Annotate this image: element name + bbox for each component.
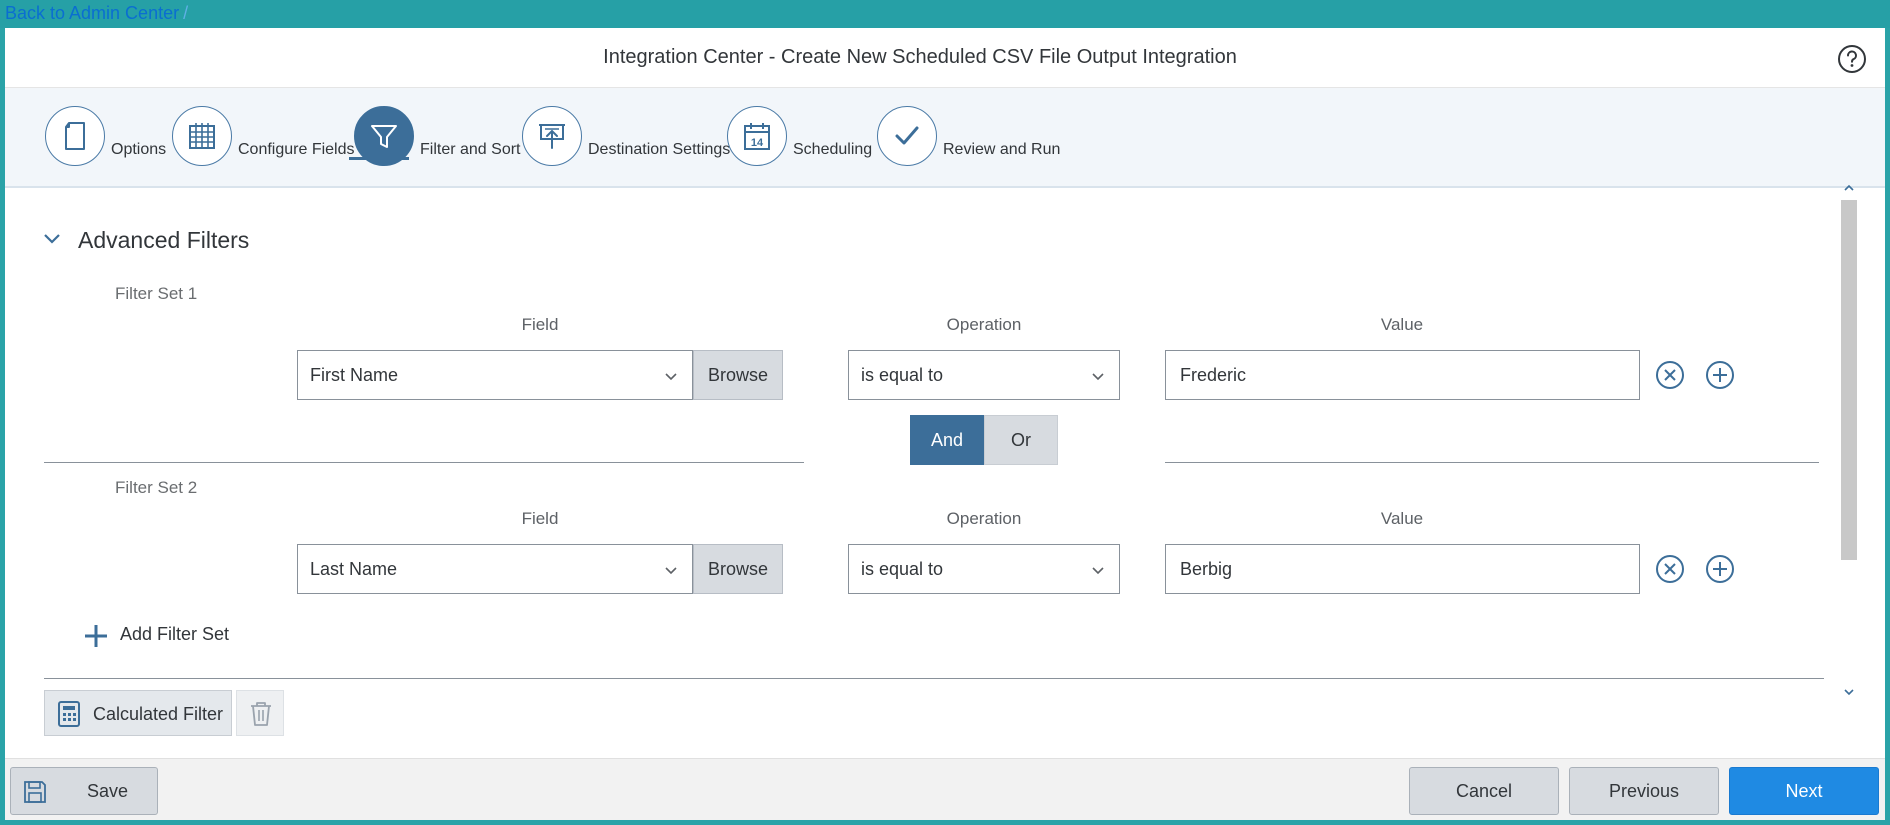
document-icon <box>45 106 105 166</box>
add-filter-icon[interactable] <box>1705 360 1735 390</box>
operation-select[interactable]: is equal to <box>848 544 1120 594</box>
title-bar: Integration Center - Create New Schedule… <box>5 28 1885 88</box>
step-label: Configure Fields <box>238 141 355 158</box>
checkmark-icon <box>877 106 937 166</box>
divider-right <box>1165 462 1819 463</box>
save-label: Save <box>87 781 129 801</box>
next-button[interactable]: Next <box>1729 767 1879 815</box>
operation-select-value: is equal to <box>861 365 944 385</box>
step-label: Options <box>111 141 167 158</box>
footer-bar: Save Cancel Previous Next <box>5 758 1885 820</box>
value-input[interactable]: Berbig <box>1165 544 1640 594</box>
calculated-filter-button[interactable]: Calculated Filter <box>44 690 232 736</box>
value-input-text: Frederic <box>1180 365 1247 385</box>
and-toggle-button[interactable]: And <box>910 415 984 465</box>
operation-select[interactable]: is equal to <box>848 350 1120 400</box>
field-column-header: Field <box>521 315 559 334</box>
divider-left <box>44 462 804 463</box>
chevron-down-icon[interactable] <box>1091 369 1105 383</box>
presentation-upload-icon <box>522 106 582 166</box>
cancel-button[interactable]: Cancel <box>1409 767 1559 815</box>
field-select[interactable]: First Name <box>297 350 693 400</box>
divider-bottom <box>44 678 1824 679</box>
operation-select-value: is equal to <box>861 559 944 579</box>
value-column-header: Value <box>1380 315 1424 334</box>
section-title: Advanced Filters <box>78 227 250 253</box>
value-column-header: Value <box>1380 509 1424 528</box>
wizard-steps: Options Configure Fields Filter and Sort… <box>5 88 1885 188</box>
operation-column-header: Operation <box>946 315 1022 334</box>
page-title: Integration Center - Create New Schedule… <box>603 46 1237 68</box>
browse-button[interactable]: Browse <box>693 544 783 594</box>
step-label: Review and Run <box>943 141 1061 158</box>
top-bar: Back to Admin Center / <box>0 0 1890 28</box>
plus-icon <box>85 625 107 647</box>
or-toggle-button[interactable]: Or <box>984 415 1058 465</box>
active-step-underline <box>349 157 409 160</box>
scroll-thumb[interactable] <box>1841 200 1857 560</box>
and-or-toggle: And Or <box>910 415 1058 465</box>
breadcrumb-separator: / <box>183 3 189 23</box>
value-input-text: Berbig <box>1180 559 1233 579</box>
step-label: Filter and Sort <box>420 141 521 158</box>
trash-icon <box>251 702 271 726</box>
back-to-admin-center-link[interactable]: Back to Admin Center / <box>5 3 188 24</box>
field-column-header: Field <box>521 509 559 528</box>
operation-column-header: Operation <box>946 509 1022 528</box>
calculator-icon <box>58 701 80 727</box>
calendar-icon: 14 <box>727 106 787 166</box>
save-button[interactable]: Save <box>10 767 158 815</box>
filter-set-label: Filter Set 2 <box>115 478 198 497</box>
add-filter-set-label: Add Filter Set <box>120 624 230 644</box>
calendar-day-number: 14 <box>751 137 764 149</box>
calculated-filter-label: Calculated Filter <box>93 704 224 724</box>
chevron-down-icon[interactable] <box>664 563 678 577</box>
content-scrollbar[interactable] <box>1840 180 1858 700</box>
help-icon[interactable] <box>1837 44 1867 74</box>
field-select-value: First Name <box>310 365 399 385</box>
chevron-down-icon[interactable] <box>1091 563 1105 577</box>
add-filter-icon[interactable] <box>1705 554 1735 584</box>
remove-filter-icon[interactable] <box>1655 554 1685 584</box>
save-disk-icon <box>24 781 46 803</box>
back-link-label[interactable]: Back to Admin Center <box>5 3 179 23</box>
field-select[interactable]: Last Name <box>297 544 693 594</box>
scroll-down-icon[interactable] <box>1841 684 1857 700</box>
chevron-down-icon[interactable] <box>664 369 678 383</box>
filter-set-label: Filter Set 1 <box>115 284 198 303</box>
step-label: Scheduling <box>793 141 873 158</box>
delete-calculated-filter-button[interactable] <box>236 690 284 736</box>
value-input[interactable]: Frederic <box>1165 350 1640 400</box>
remove-filter-icon[interactable] <box>1655 360 1685 390</box>
scroll-up-icon[interactable] <box>1841 180 1857 196</box>
field-select-value: Last Name <box>310 559 398 579</box>
step-label: Destination Settings <box>588 141 731 158</box>
table-grid-icon <box>172 106 232 166</box>
previous-button[interactable]: Previous <box>1569 767 1719 815</box>
browse-button[interactable]: Browse <box>693 350 783 400</box>
collapse-chevron-icon[interactable] <box>42 232 62 246</box>
